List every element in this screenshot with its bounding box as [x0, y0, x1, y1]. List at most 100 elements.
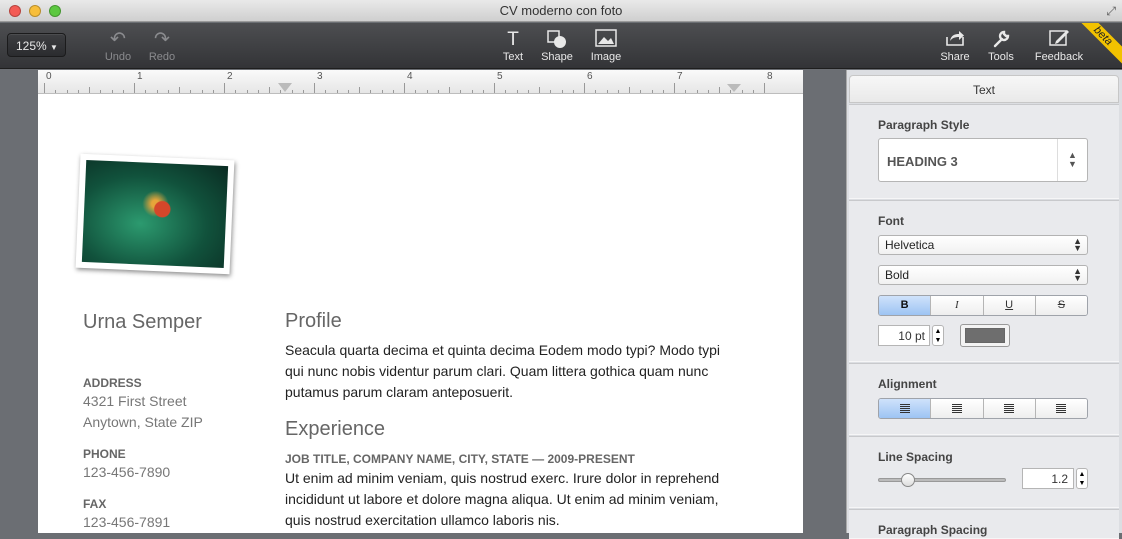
text-tool-icon: T: [507, 29, 519, 50]
ruler-tick: [640, 90, 642, 93]
fax-label[interactable]: FAX: [83, 497, 106, 511]
share-button[interactable]: Share: [939, 29, 971, 63]
image-button[interactable]: Image: [588, 29, 624, 63]
underline-button[interactable]: U: [983, 296, 1036, 315]
ruler-tick: [392, 90, 394, 93]
text-color-well[interactable]: [960, 324, 1010, 347]
ruler-tick: [685, 90, 687, 93]
phone-label[interactable]: PHONE: [83, 447, 126, 461]
ruler-tick: [662, 90, 664, 93]
align-left-button[interactable]: [879, 399, 932, 418]
ruler-tick: [224, 83, 225, 93]
font-size-stepper[interactable]: ▲ ▼: [932, 325, 944, 346]
paragraph-style-section: Paragraph Style HEADING 3 ▲ ▼: [849, 104, 1119, 199]
paragraph-style-label: Paragraph Style: [878, 118, 970, 132]
shape-button[interactable]: Shape: [538, 29, 576, 63]
ruler-tick: [100, 90, 102, 93]
alignment-buttons: [878, 398, 1088, 419]
align-right-button[interactable]: [983, 399, 1036, 418]
ruler-tick: [77, 90, 79, 93]
ruler-tick: [494, 83, 495, 93]
ruler-tick: [111, 90, 113, 93]
job-description[interactable]: Ut enim ad minim veniam, quis nostrud ex…: [285, 468, 735, 531]
ruler-mark: 6: [587, 71, 593, 82]
text-button[interactable]: T Text: [499, 29, 527, 63]
strikethrough-button[interactable]: S: [1035, 296, 1087, 315]
tools-button[interactable]: Tools: [985, 29, 1017, 63]
ruler-tick: [336, 90, 338, 93]
undo-button[interactable]: ↶ Undo: [103, 29, 133, 63]
ruler-tick: [66, 90, 68, 93]
ruler-tick: [437, 90, 439, 93]
font-size-field[interactable]: 10 pt: [878, 325, 930, 346]
ruler-tick: [629, 87, 630, 93]
shape-icon: [538, 29, 576, 51]
ruler-tick: [246, 90, 248, 93]
ruler-tick: [269, 87, 270, 93]
beta-ribbon: beta: [1078, 23, 1122, 67]
address-line-2[interactable]: Anytown, State ZIP: [83, 414, 203, 430]
line-spacing-field[interactable]: 1.2: [1022, 468, 1074, 489]
ruler-tick: [572, 90, 574, 93]
text-style-buttons: B I U S: [878, 295, 1088, 316]
experience-heading[interactable]: Experience: [285, 418, 385, 441]
address-label[interactable]: ADDRESS: [83, 376, 142, 390]
paragraph-style-select[interactable]: HEADING 3 ▲ ▼: [878, 138, 1088, 182]
ruler-tick: [167, 90, 169, 93]
redo-button[interactable]: ↷ Redo: [146, 29, 178, 63]
profile-heading[interactable]: Profile: [285, 310, 342, 333]
ruler-tick: [257, 90, 259, 93]
zoom-value: 125%: [16, 39, 47, 53]
profile-photo[interactable]: [75, 153, 235, 275]
alignment-section: Alignment: [849, 363, 1119, 435]
ruler-tick: [145, 90, 147, 93]
italic-button[interactable]: I: [931, 296, 984, 315]
wrench-icon: [985, 29, 1017, 51]
flower-image: [81, 159, 229, 269]
font-style-select[interactable]: Bold ▲ ▼: [878, 265, 1088, 285]
phone-value[interactable]: 123-456-7890: [83, 464, 170, 480]
ruler-tick: [516, 90, 518, 93]
slider-knob[interactable]: [900, 473, 915, 487]
text-color-swatch: [965, 328, 1005, 343]
align-right-icon: [1004, 404, 1015, 413]
ruler-tick: [550, 90, 552, 93]
ruler-mark: 4: [407, 71, 413, 82]
ruler-tick: [482, 90, 484, 93]
ruler-mark: 0: [46, 71, 52, 82]
alignment-label: Alignment: [878, 377, 937, 391]
job-title[interactable]: JOB TITLE, COMPANY NAME, CITY, STATE — 2…: [285, 452, 635, 466]
zoom-select[interactable]: 125% ▼: [7, 33, 66, 57]
ruler-tick: [156, 90, 158, 93]
right-indent-marker[interactable]: [727, 84, 741, 92]
window-title: CV moderno con foto: [499, 3, 623, 18]
undo-label: Undo: [104, 51, 132, 63]
beta-label: beta: [1078, 23, 1122, 65]
ruler-tick: [212, 90, 214, 93]
justify-icon: [1056, 404, 1067, 413]
ruler-tick: [674, 83, 675, 93]
bold-button[interactable]: B: [879, 296, 932, 315]
ruler-tick: [764, 83, 765, 93]
ruler-tick: [561, 90, 563, 93]
ruler-tick: [527, 90, 529, 93]
ruler-mark: 1: [137, 71, 143, 82]
align-center-button[interactable]: [931, 399, 984, 418]
fullscreen-icon[interactable]: ⤢: [1106, 4, 1116, 19]
redo-label: Redo: [148, 51, 176, 63]
justify-button[interactable]: [1035, 399, 1087, 418]
horizontal-ruler[interactable]: 0 1 2 3 4 5 6 7 8: [38, 70, 803, 94]
address-line-1[interactable]: 4321 First Street: [83, 393, 187, 409]
line-spacing-label: Line Spacing: [878, 450, 953, 464]
left-indent-marker[interactable]: [278, 83, 292, 92]
font-family-select[interactable]: Helvetica ▲ ▼: [878, 235, 1088, 255]
ruler-tick: [752, 90, 754, 93]
profile-text[interactable]: Seacula quarta decima et quinta decima E…: [285, 340, 735, 403]
text-label: Text: [502, 51, 524, 63]
line-spacing-slider[interactable]: [878, 473, 1006, 487]
line-spacing-stepper[interactable]: ▲ ▼: [1076, 468, 1088, 489]
person-name[interactable]: Urna Semper: [83, 311, 202, 334]
ruler-mark: 3: [317, 71, 323, 82]
fax-value[interactable]: 123-456-7891: [83, 514, 170, 530]
document-page[interactable]: Urna Semper ADDRESS 4321 First Street An…: [38, 94, 803, 533]
